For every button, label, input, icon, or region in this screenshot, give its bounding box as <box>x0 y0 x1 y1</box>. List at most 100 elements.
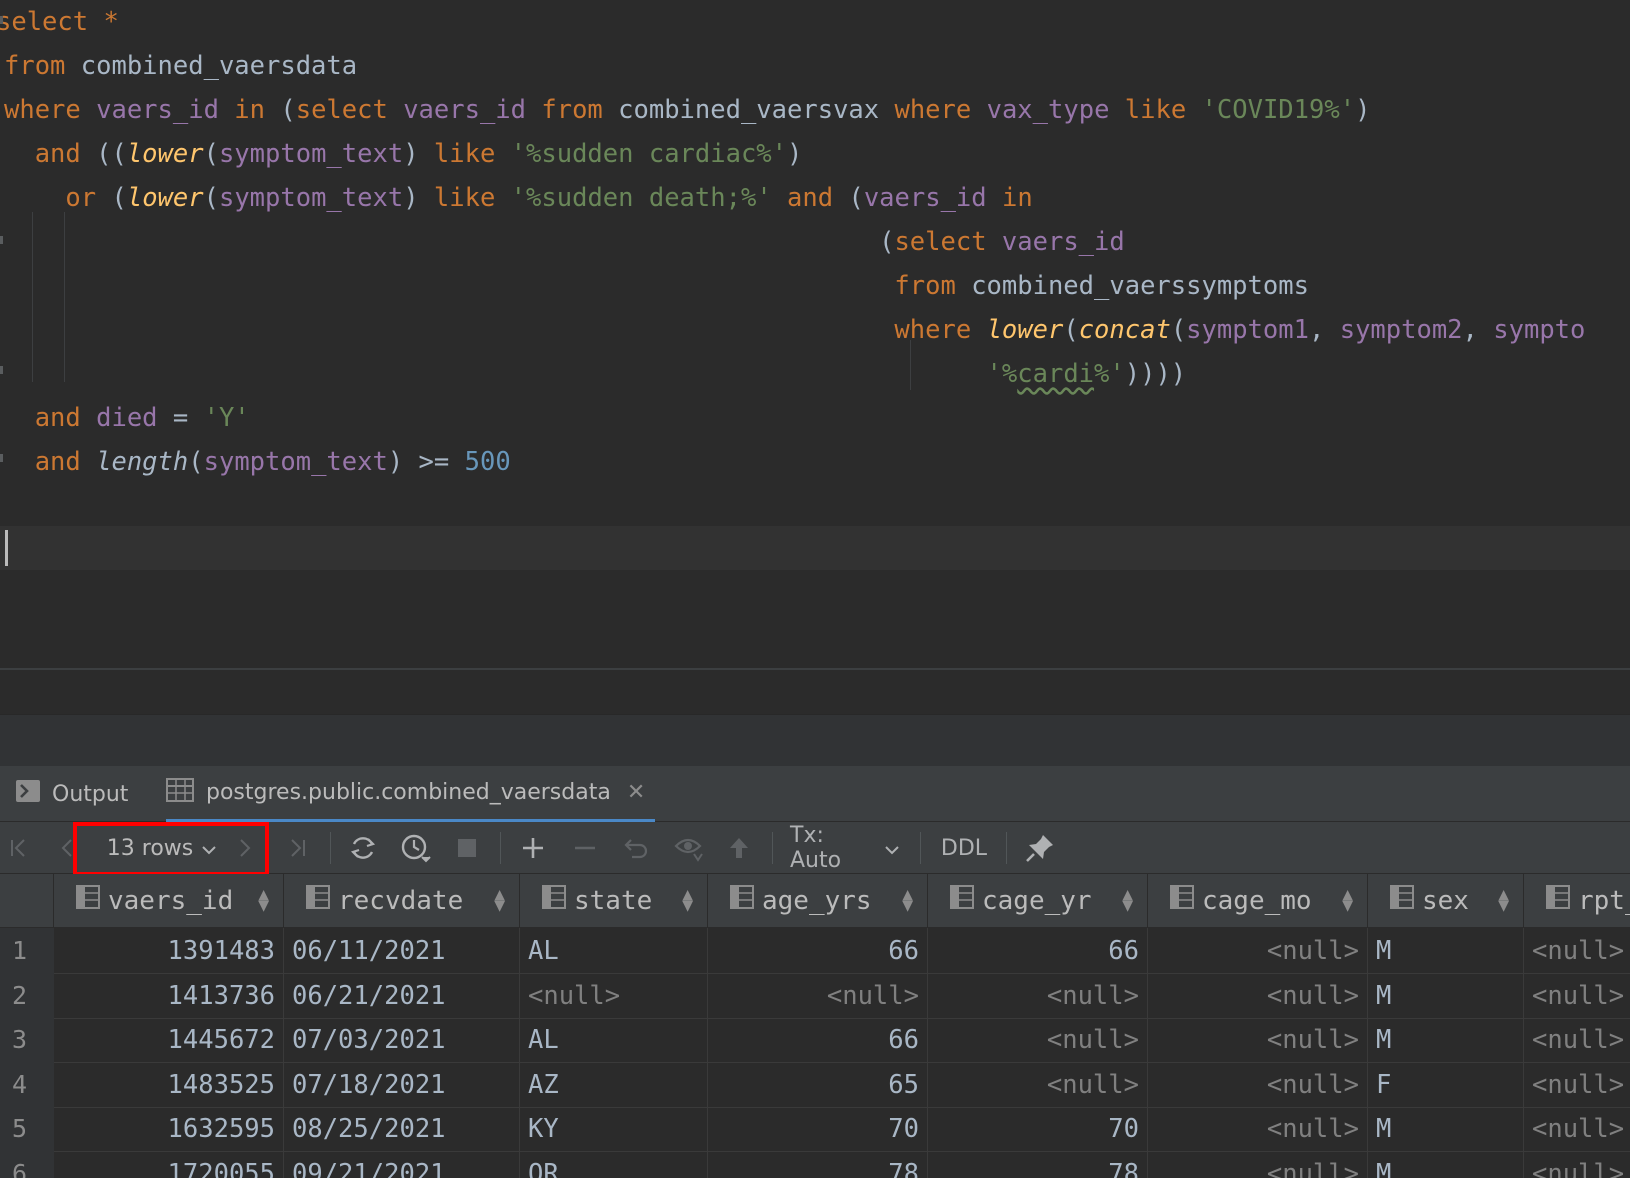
rows-count-dropdown[interactable]: 13 rows <box>102 822 222 874</box>
fold-marker[interactable] <box>0 454 3 462</box>
column-header-rpt[interactable]: rpt_ <box>1524 874 1630 928</box>
table-cell[interactable]: 09/21/2021 <box>284 1150 520 1178</box>
table-cell[interactable]: <null> <box>928 972 1148 1019</box>
table-cell[interactable]: 70 <box>928 1106 1148 1152</box>
preview-changes-icon[interactable] <box>672 822 706 874</box>
table-cell[interactable]: <null> <box>1524 1062 1630 1108</box>
table-cell[interactable]: 1413736 <box>54 972 284 1019</box>
table-cell[interactable]: <null> <box>1148 1150 1368 1178</box>
table-cell[interactable]: OR <box>520 1150 708 1178</box>
table-cell[interactable]: <null> <box>1148 972 1368 1019</box>
table-cell[interactable]: AZ <box>520 1061 708 1108</box>
column-header-recvdate[interactable]: recvdate ▲ ▼ <box>284 874 520 928</box>
next-page-icon[interactable] <box>232 822 258 874</box>
table-cell[interactable]: 66 <box>708 1017 928 1063</box>
table-cell[interactable]: 1483525 <box>54 1061 284 1108</box>
tab-output[interactable]: Output <box>16 766 128 822</box>
row-number[interactable]: 3 <box>0 1017 54 1063</box>
revert-icon[interactable] <box>622 822 652 874</box>
table-cell[interactable]: 66 <box>928 928 1148 974</box>
submit-icon[interactable] <box>724 822 754 874</box>
transaction-mode-dropdown[interactable]: Tx: Auto <box>790 822 900 874</box>
sort-icon[interactable]: ▲ ▼ <box>1498 888 1509 913</box>
sort-icon[interactable]: ▲ ▼ <box>494 888 505 913</box>
table-cell[interactable]: <null> <box>708 972 928 1019</box>
column-header-vaers_id[interactable]: vaers_id ▲ ▼ <box>54 874 284 928</box>
sort-icon[interactable]: ▲ ▼ <box>1342 888 1353 913</box>
fold-marker[interactable] <box>0 236 3 244</box>
tab-combined-vaersdata[interactable]: postgres.public.combined_vaersdata ✕ <box>166 766 656 822</box>
sort-icon[interactable]: ▲ ▼ <box>682 888 693 913</box>
table-cell[interactable]: M <box>1368 1017 1524 1063</box>
table-cell[interactable]: <null> <box>1524 1017 1630 1063</box>
pin-icon[interactable] <box>1022 822 1058 874</box>
table-cell[interactable]: 78 <box>708 1150 928 1178</box>
column-header-age_yrs[interactable]: age_yrs ▲ ▼ <box>708 874 928 928</box>
table-cell[interactable]: 07/18/2021 <box>284 1061 520 1108</box>
row-number-header <box>0 874 54 928</box>
refresh-icon[interactable] <box>346 822 380 874</box>
table-cell[interactable]: F <box>1368 1061 1524 1108</box>
table-cell[interactable]: <null> <box>1148 1106 1368 1152</box>
table-cell[interactable]: AL <box>520 928 708 974</box>
row-number[interactable]: 4 <box>0 1061 54 1108</box>
table-cell[interactable]: 1720055 <box>54 1150 284 1178</box>
table-cell[interactable]: M <box>1368 972 1524 1019</box>
code-token: ( <box>203 139 219 169</box>
code-line: '%cardi%')))) <box>4 352 1187 396</box>
table-cell[interactable]: AL <box>520 1017 708 1063</box>
stop-icon[interactable] <box>452 822 482 874</box>
column-header-cage_mo[interactable]: cage_mo ▲ ▼ <box>1148 874 1368 928</box>
history-icon[interactable] <box>398 822 434 874</box>
table-cell[interactable]: 1391483 <box>54 928 284 974</box>
delete-row-icon[interactable] <box>570 822 600 874</box>
fold-marker[interactable] <box>0 366 3 374</box>
table-cell[interactable]: <null> <box>1148 928 1368 974</box>
column-header-cage_yr[interactable]: cage_yr ▲ ▼ <box>928 874 1148 928</box>
table-cell[interactable]: 07/03/2021 <box>284 1017 520 1063</box>
column-header-state[interactable]: state ▲ ▼ <box>520 874 708 928</box>
code-line: and died = 'Y' <box>4 396 250 440</box>
table-cell[interactable]: <null> <box>928 1061 1148 1108</box>
table-cell[interactable]: M <box>1368 1106 1524 1152</box>
table-cell[interactable]: 08/25/2021 <box>284 1106 520 1152</box>
table-cell[interactable]: <null> <box>1524 973 1630 1019</box>
row-number[interactable]: 6 <box>0 1150 54 1178</box>
table-cell[interactable]: M <box>1368 928 1524 974</box>
table-cell[interactable]: KY <box>520 1106 708 1152</box>
close-icon[interactable]: ✕ <box>627 780 645 805</box>
table-cell[interactable]: M <box>1368 1150 1524 1178</box>
panel-splitter[interactable] <box>0 668 1630 714</box>
code-token: (( <box>80 139 127 169</box>
table-cell[interactable]: <null> <box>1524 928 1630 974</box>
table-cell[interactable]: 78 <box>928 1150 1148 1178</box>
table-cell[interactable]: <null> <box>520 972 708 1019</box>
table-cell[interactable]: 06/11/2021 <box>284 928 520 974</box>
first-page-icon[interactable] <box>4 822 34 874</box>
fold-marker[interactable] <box>0 16 3 24</box>
sort-icon[interactable]: ▲ ▼ <box>258 888 269 913</box>
table-cell[interactable]: <null> <box>928 1017 1148 1063</box>
table-cell[interactable]: 66 <box>708 928 928 974</box>
table-cell[interactable]: <null> <box>1524 1151 1630 1178</box>
table-cell[interactable]: <null> <box>1524 1106 1630 1152</box>
table-cell[interactable]: 65 <box>708 1061 928 1108</box>
sort-icon[interactable]: ▲ ▼ <box>902 888 913 913</box>
table-cell[interactable]: 70 <box>708 1106 928 1152</box>
column-header-label: rpt_ <box>1578 885 1630 916</box>
table-cell[interactable]: 1445672 <box>54 1017 284 1063</box>
table-cell[interactable]: <null> <box>1148 1061 1368 1108</box>
code-line: or (lower(symptom_text) like '%sudden de… <box>4 176 1032 220</box>
sort-icon[interactable]: ▲ ▼ <box>1122 888 1133 913</box>
row-number[interactable]: 2 <box>0 972 54 1019</box>
column-header-sex[interactable]: sex ▲ ▼ <box>1368 874 1524 928</box>
table-cell[interactable]: 1632595 <box>54 1106 284 1152</box>
last-page-icon[interactable] <box>282 822 312 874</box>
row-number[interactable]: 1 <box>0 928 54 974</box>
sql-editor[interactable]: select * from combined_vaersdata where vae… <box>0 0 1630 668</box>
add-row-icon[interactable] <box>518 822 548 874</box>
ddl-button[interactable]: DDL <box>936 822 992 874</box>
row-number[interactable]: 5 <box>0 1106 54 1152</box>
table-cell[interactable]: <null> <box>1148 1017 1368 1063</box>
table-cell[interactable]: 06/21/2021 <box>284 972 520 1019</box>
